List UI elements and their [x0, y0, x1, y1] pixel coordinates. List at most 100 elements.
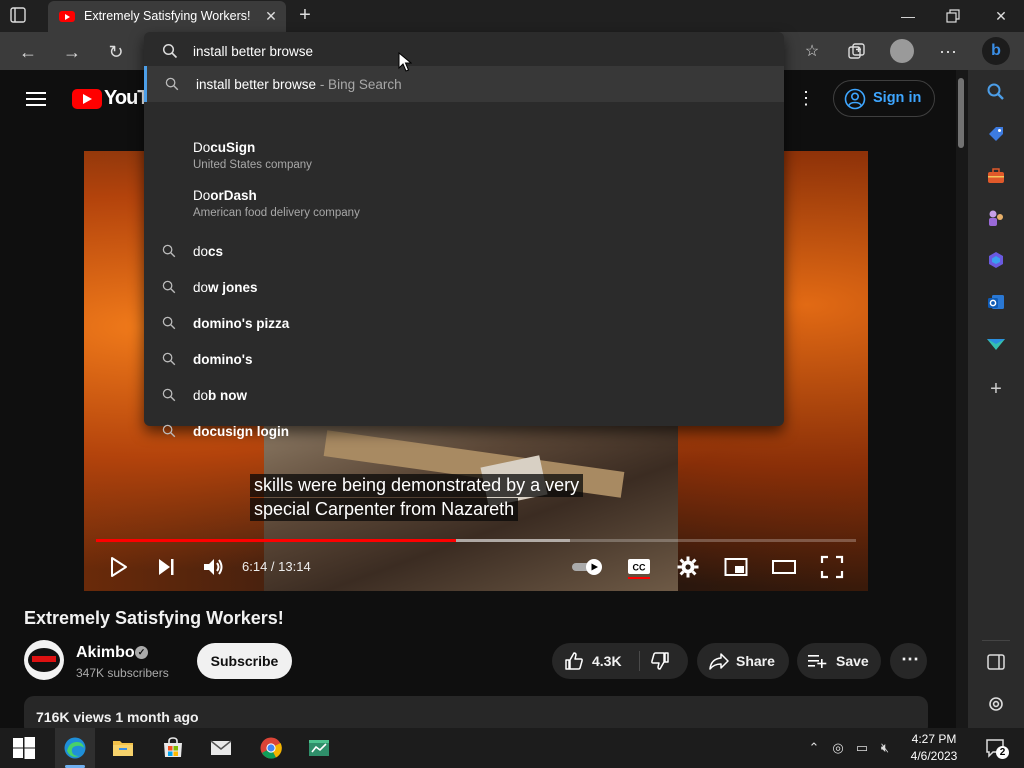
channel-name[interactable]: Akimbo	[76, 644, 135, 662]
profile-avatar[interactable]	[890, 39, 914, 63]
copilot-icon[interactable]	[986, 250, 1006, 270]
sign-in-label: Sign in	[873, 90, 922, 106]
new-tab-icon[interactable]: +	[295, 5, 315, 25]
autoplay-toggle-icon[interactable]	[570, 555, 606, 579]
suggestion-typed: Do	[193, 140, 211, 155]
caption-line-2: special Carpenter from Nazareth	[250, 498, 519, 521]
theater-mode-icon[interactable]	[772, 555, 796, 579]
account-icon	[844, 88, 866, 110]
description-box[interactable]: 716K views 1 month ago	[24, 696, 928, 728]
address-bar-dropdown: install better browse - Bing Search DocuS…	[144, 32, 784, 439]
tab-close-icon[interactable]: ✕	[262, 7, 280, 25]
suggestion-typed: do	[193, 388, 209, 403]
taskbar-app-icon[interactable]	[307, 736, 331, 760]
drop-icon[interactable]	[986, 334, 1006, 354]
suggestion-item[interactable]: domino's	[144, 341, 784, 377]
minimize-icon[interactable]: —	[898, 6, 918, 26]
show-hidden-icons-icon[interactable]: ⌃	[806, 740, 822, 756]
windows-start-icon[interactable]	[12, 736, 36, 760]
sidebar-divider	[982, 640, 1010, 641]
meet-now-icon[interactable]: ◎	[830, 740, 846, 756]
suggestion-text: dob now	[193, 388, 247, 403]
bing-icon[interactable]: b	[982, 37, 1010, 65]
caption-line-1: skills were being demonstrated by a very	[250, 474, 584, 497]
more-actions-button[interactable]: ⋯	[890, 643, 927, 679]
shopping-tag-icon[interactable]	[986, 124, 1006, 144]
restore-icon[interactable]	[945, 8, 961, 24]
page-scrollbar[interactable]	[956, 70, 968, 728]
clock-time: 4:27 PM	[911, 732, 957, 746]
suggestion-completion: b now	[208, 388, 248, 403]
windows-taskbar: ⌃ ◎ ▭ 🔇︎ 4:27 PM 4/6/2023 2	[0, 728, 1024, 768]
back-icon[interactable]: ←	[17, 41, 39, 63]
subscribe-button[interactable]: Subscribe	[197, 643, 292, 679]
close-window-icon[interactable]: ✕	[991, 6, 1011, 26]
tab-actions-icon[interactable]	[10, 7, 38, 25]
games-icon[interactable]	[986, 208, 1006, 228]
suggestion-text: docs	[193, 244, 223, 259]
verified-badge-icon: ✓	[135, 646, 148, 659]
like-dislike-group: 4.3K	[552, 643, 688, 679]
like-icon[interactable]	[564, 651, 584, 671]
suggestion-item[interactable]: DocuSign United States company	[144, 137, 784, 183]
notification-count: 2	[996, 746, 1009, 759]
network-icon[interactable]: ▭	[854, 740, 870, 756]
hide-sidebar-icon[interactable]	[986, 652, 1006, 672]
mail-icon[interactable]	[209, 736, 233, 760]
video-title: Extremely Satisfying Workers!	[24, 608, 284, 628]
suggestion-item[interactable]: docs	[144, 233, 784, 269]
play-icon[interactable]	[106, 555, 130, 579]
tools-briefcase-icon[interactable]	[986, 166, 1006, 186]
channel-avatar[interactable]	[24, 640, 64, 680]
address-search-icon	[162, 43, 178, 59]
suggestion-completion: domino's pizza	[193, 316, 290, 331]
dislike-icon[interactable]	[650, 651, 670, 671]
scrollbar-thumb[interactable]	[958, 78, 964, 148]
volume-muted-icon[interactable]: 🔇︎	[877, 740, 893, 756]
suggestion-text: install better browse - Bing Search	[196, 77, 402, 92]
suggestion-item[interactable]: dob now	[144, 377, 784, 413]
volume-icon[interactable]	[201, 555, 225, 579]
suggestion-completion: docusign login	[193, 424, 289, 439]
sidebar-search-icon[interactable]	[986, 82, 1006, 102]
add-sidebar-app-icon[interactable]: +	[986, 379, 1006, 399]
screen: Extremely Satisfying Workers! - YouTube …	[0, 0, 1024, 768]
refresh-icon[interactable]: ↻	[105, 41, 127, 63]
file-explorer-icon[interactable]	[111, 736, 135, 760]
forward-icon[interactable]: →	[61, 41, 83, 63]
sign-in-button[interactable]: Sign in	[833, 80, 935, 117]
edge-sidebar: +	[968, 70, 1024, 728]
tab-youtube[interactable]: Extremely Satisfying Workers! - YouTube …	[48, 1, 286, 32]
save-button[interactable]: Save	[797, 643, 881, 679]
suggestion-item[interactable]: DoorDash American food delivery company	[144, 185, 784, 231]
menu-icon[interactable]	[26, 91, 46, 107]
suggestion-completion: domino's	[193, 352, 253, 367]
suggestion-item[interactable]: docusign login	[144, 413, 784, 449]
suggestion-item[interactable]: dow jones	[144, 269, 784, 305]
captions-icon[interactable]: CC	[627, 555, 651, 579]
youtube-logo-icon[interactable]	[72, 89, 102, 109]
add-to-playlist-icon	[808, 655, 827, 668]
share-button[interactable]: Share	[697, 643, 789, 679]
progress-bar[interactable]	[96, 539, 856, 542]
edge-icon[interactable]	[63, 736, 87, 760]
like-count[interactable]: 4.3K	[592, 653, 622, 669]
settings-more-icon[interactable]: ⋯	[937, 41, 959, 63]
miniplayer-icon[interactable]	[724, 555, 748, 579]
suggestion-item[interactable]: install better browse - Bing Search	[144, 66, 784, 102]
suggestion-text: DoorDash	[193, 188, 257, 203]
collections-icon[interactable]	[846, 42, 866, 62]
next-icon[interactable]	[154, 555, 178, 579]
browser-titlebar: Extremely Satisfying Workers! - YouTube …	[0, 0, 1024, 32]
address-bar[interactable]	[144, 32, 784, 70]
suggestion-item[interactable]: domino's pizza	[144, 305, 784, 341]
fullscreen-icon[interactable]	[820, 555, 844, 579]
sidebar-settings-icon[interactable]	[986, 694, 1006, 714]
more-options-icon[interactable]: ⋮	[797, 88, 815, 110]
chrome-icon[interactable]	[259, 736, 283, 760]
favorites-icon[interactable]: ☆	[801, 41, 823, 63]
settings-icon[interactable]	[676, 555, 700, 579]
outlook-icon[interactable]	[986, 292, 1006, 312]
microsoft-store-icon[interactable]	[161, 736, 185, 760]
taskbar-clock[interactable]: 4:27 PM 4/6/2023	[895, 731, 973, 765]
